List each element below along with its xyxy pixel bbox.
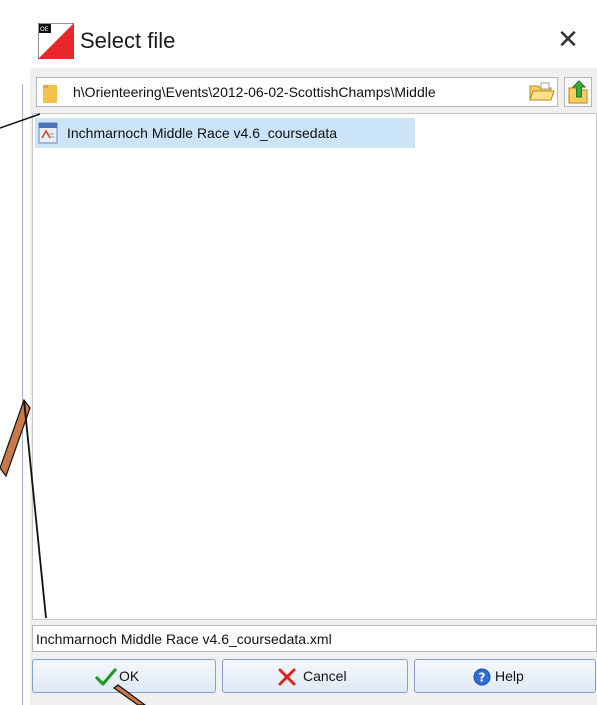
filename-value: Inchmarnoch Middle Race v4.6_coursedata.…	[36, 631, 332, 647]
cancel-x-icon	[278, 668, 296, 686]
file-list[interactable]: Inchmarnoch Middle Race v4.6_coursedata	[32, 113, 597, 620]
folder-icon	[43, 85, 57, 103]
up-folder-icon[interactable]	[564, 77, 592, 107]
filename-field[interactable]: Inchmarnoch Middle Race v4.6_coursedata.…	[32, 625, 597, 652]
path-text[interactable]: h\Orienteering\Events\2012-06-02-Scottis…	[73, 84, 529, 100]
window-title: Select file	[80, 28, 176, 53]
list-item[interactable]: Inchmarnoch Middle Race v4.6_coursedata	[35, 118, 415, 148]
ok-button[interactable]: OK	[32, 659, 216, 693]
help-label: Help	[495, 668, 524, 684]
check-icon	[95, 668, 117, 686]
xml-file-icon	[38, 122, 58, 144]
oe-app-icon: OE	[38, 23, 74, 59]
path-bar[interactable]: h\Orienteering\Events\2012-06-02-Scottis…	[36, 77, 558, 107]
svg-text:OE: OE	[40, 26, 49, 33]
help-button[interactable]: ? Help	[414, 659, 596, 693]
file-name: Inchmarnoch Middle Race v4.6_coursedata	[67, 125, 338, 141]
help-icon: ?	[473, 668, 491, 686]
ok-label: OK	[119, 668, 140, 684]
cancel-label: Cancel	[303, 668, 347, 684]
open-folder-icon[interactable]	[529, 81, 555, 103]
svg-text:?: ?	[479, 671, 486, 685]
close-button[interactable]: ✕	[555, 26, 581, 52]
cancel-button[interactable]: Cancel	[222, 659, 408, 693]
